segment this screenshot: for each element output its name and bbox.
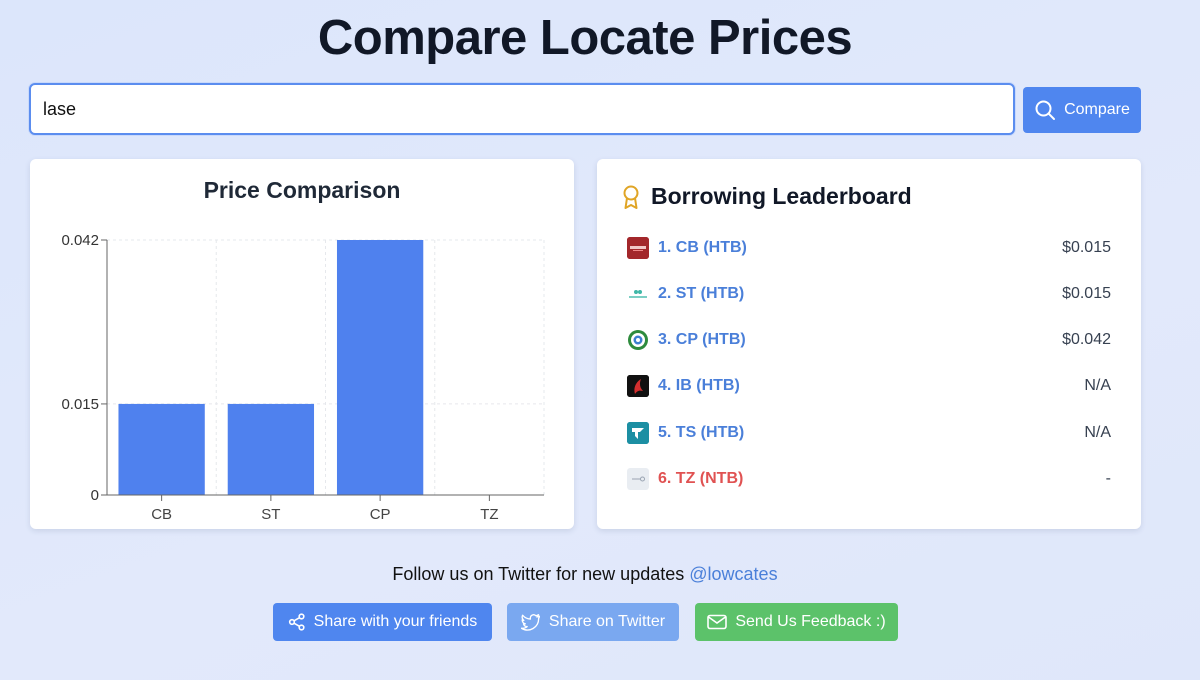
share-icon — [288, 613, 305, 631]
leaderboard-item-name[interactable]: 5. TS (HTB) — [658, 424, 744, 442]
mail-icon — [707, 614, 728, 630]
st-logo — [627, 283, 649, 305]
compare-button-label: Compare — [1064, 101, 1130, 118]
tz-logo — [627, 468, 649, 490]
leaderboard-item-price: $0.015 — [1062, 285, 1111, 302]
leaderboard-row: 1. CB (HTB) $0.015 — [627, 234, 1111, 262]
bar-cp — [336, 240, 424, 495]
price-chart: 0 0.015 0.042 CB ST CP TZ — [61, 232, 545, 523]
y-tick-label: 0.015 — [61, 396, 99, 413]
share-with-friends-button[interactable]: Share with your friends — [273, 603, 492, 641]
price-comparison-card: Price Comparison 0 0.015 0.042 CB ST CP TZ — [30, 159, 574, 529]
share-with-friends-label: Share with your friends — [313, 613, 478, 630]
leaderboard-item-name[interactable]: 1. CB (HTB) — [658, 239, 747, 257]
search-icon — [1035, 100, 1056, 120]
leaderboard-row: 4. IB (HTB) N/A — [627, 372, 1111, 400]
share-on-twitter-button[interactable]: Share on Twitter — [507, 603, 679, 641]
compare-button[interactable]: Compare — [1023, 87, 1141, 133]
twitter-handle-link[interactable]: @lowcates — [689, 564, 777, 584]
leaderboard-row: 5. TS (HTB) N/A — [627, 419, 1111, 447]
leaderboard-item-price: N/A — [1084, 424, 1111, 441]
leaderboard-item-price: - — [1105, 470, 1111, 487]
leaderboard-title: Borrowing Leaderboard — [651, 183, 912, 209]
leaderboard-item-price: $0.015 — [1062, 239, 1111, 256]
twitter-follow-text: Follow us on Twitter for new updates @lo… — [0, 564, 1170, 585]
leaderboard-item-name[interactable]: 3. CP (HTB) — [658, 331, 746, 349]
cb-logo — [627, 237, 649, 259]
search-box — [29, 83, 1015, 135]
send-feedback-button[interactable]: Send Us Feedback :) — [695, 603, 898, 641]
bar-cb — [118, 403, 205, 495]
leaderboard-item-price: $0.042 — [1062, 331, 1111, 348]
twitter-icon — [520, 614, 540, 631]
leaderboard-item-name[interactable]: 6. TZ (NTB) — [658, 470, 743, 488]
bar-st — [227, 403, 315, 495]
ib-logo — [627, 375, 649, 397]
follow-text: Follow us on Twitter for new updates — [392, 564, 685, 584]
x-tick-label: TZ — [480, 506, 498, 523]
leaderboard-header: Borrowing Leaderboard — [621, 183, 912, 210]
leaderboard-item-name[interactable]: 4. IB (HTB) — [658, 377, 740, 395]
cp-logo — [627, 329, 649, 351]
award-icon — [623, 185, 639, 209]
search-input[interactable] — [31, 85, 1013, 133]
leaderboard-row: 2. ST (HTB) $0.015 — [627, 280, 1111, 308]
x-tick-label: CP — [370, 506, 391, 523]
leaderboard-item-price: N/A — [1084, 377, 1111, 394]
y-tick-label: 0.042 — [61, 232, 99, 249]
leaderboard-row: 3. CP (HTB) $0.042 — [627, 326, 1111, 354]
page-title: Compare Locate Prices — [317, 11, 853, 65]
borrowing-leaderboard-card: Borrowing Leaderboard 1. CB (HTB) $0.015… — [597, 159, 1141, 529]
send-feedback-label: Send Us Feedback :) — [735, 613, 886, 630]
y-tick-label: 0 — [91, 487, 99, 504]
leaderboard-item-name[interactable]: 2. ST (HTB) — [658, 285, 744, 303]
ts-logo — [627, 422, 649, 444]
x-tick-label: ST — [261, 506, 280, 523]
share-on-twitter-label: Share on Twitter — [548, 613, 666, 630]
x-tick-label: CB — [151, 506, 172, 523]
leaderboard-row: 6. TZ (NTB) - — [627, 465, 1111, 493]
